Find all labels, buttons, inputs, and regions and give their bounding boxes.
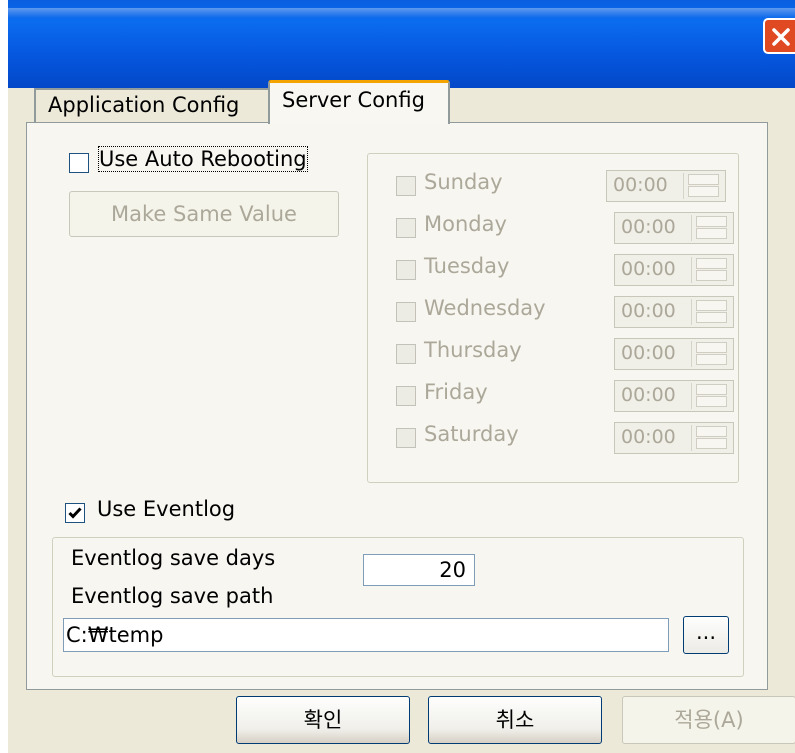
monday-label: Monday bbox=[424, 212, 507, 236]
ok-button[interactable]: 확인 bbox=[236, 696, 410, 744]
eventlog-save-path-input[interactable]: C:₩temp bbox=[63, 618, 669, 652]
tab-application-config[interactable]: Application Config bbox=[34, 88, 270, 122]
saturday-label: Saturday bbox=[424, 422, 519, 446]
friday-time-spinner[interactable] bbox=[691, 383, 731, 409]
monday-time-picker[interactable]: 00:00 bbox=[614, 212, 734, 244]
tuesday-time-spinner[interactable] bbox=[691, 257, 731, 283]
title-bar[interactable] bbox=[8, 0, 795, 88]
make-same-value-button[interactable]: Make Same Value bbox=[69, 191, 339, 237]
close-icon bbox=[772, 28, 790, 46]
wednesday-time-picker[interactable]: 00:00 bbox=[614, 296, 734, 328]
tab-server-config-label: Server Config bbox=[282, 88, 425, 112]
browse-button[interactable]: ... bbox=[683, 616, 729, 654]
sunday-time-picker[interactable]: 00:00 bbox=[606, 170, 726, 202]
monday-time-value: 00:00 bbox=[621, 216, 676, 238]
wednesday-time-spinner[interactable] bbox=[691, 299, 731, 325]
thursday-time-value: 00:00 bbox=[621, 342, 676, 364]
eventlog-group: Eventlog save days 20 Eventlog save path… bbox=[52, 537, 744, 677]
monday-time-spinner[interactable] bbox=[691, 215, 731, 241]
tab-server-config[interactable]: Server Config bbox=[268, 80, 450, 124]
sunday-label: Sunday bbox=[424, 170, 503, 194]
apply-button[interactable]: 적용(A) bbox=[622, 696, 795, 744]
thursday-checkbox[interactable] bbox=[396, 344, 416, 364]
eventlog-save-days-label: Eventlog save days bbox=[71, 546, 276, 570]
sunday-time-value: 00:00 bbox=[613, 174, 668, 196]
saturday-time-picker[interactable]: 00:00 bbox=[614, 422, 734, 454]
tuesday-time-value: 00:00 bbox=[621, 258, 676, 280]
thursday-label: Thursday bbox=[424, 338, 522, 362]
close-button[interactable] bbox=[763, 18, 795, 54]
days-schedule-group: Sunday 00:00 Monday 00:00 Tuesday 00:00 bbox=[367, 153, 739, 483]
cancel-button[interactable]: 취소 bbox=[428, 696, 602, 744]
tuesday-checkbox[interactable] bbox=[396, 260, 416, 280]
eventlog-save-path-label: Eventlog save path bbox=[71, 584, 274, 608]
wednesday-label: Wednesday bbox=[424, 296, 546, 320]
checkmark-icon bbox=[68, 507, 82, 519]
use-auto-rebooting-label[interactable]: Use Auto Rebooting bbox=[98, 146, 308, 172]
tuesday-time-picker[interactable]: 00:00 bbox=[614, 254, 734, 286]
monday-checkbox[interactable] bbox=[396, 218, 416, 238]
friday-checkbox[interactable] bbox=[396, 386, 416, 406]
use-eventlog-label[interactable]: Use Eventlog bbox=[97, 497, 235, 521]
friday-time-value: 00:00 bbox=[621, 384, 676, 406]
thursday-time-picker[interactable]: 00:00 bbox=[614, 338, 734, 370]
friday-time-picker[interactable]: 00:00 bbox=[614, 380, 734, 412]
server-config-panel: Use Auto Rebooting Make Same Value Sunda… bbox=[26, 122, 768, 690]
tab-application-config-label: Application Config bbox=[48, 93, 240, 117]
friday-label: Friday bbox=[424, 380, 488, 404]
use-eventlog-checkbox[interactable] bbox=[65, 503, 85, 523]
eventlog-save-days-input[interactable]: 20 bbox=[363, 554, 475, 586]
wednesday-time-value: 00:00 bbox=[621, 300, 676, 322]
dialog-window: Application Config Server Config Use Aut… bbox=[8, 0, 795, 753]
sunday-time-spinner[interactable] bbox=[683, 173, 723, 199]
saturday-time-spinner[interactable] bbox=[691, 425, 731, 451]
tuesday-label: Tuesday bbox=[424, 254, 510, 278]
use-auto-rebooting-checkbox[interactable] bbox=[69, 153, 89, 173]
saturday-time-value: 00:00 bbox=[621, 426, 676, 448]
wednesday-checkbox[interactable] bbox=[396, 302, 416, 322]
saturday-checkbox[interactable] bbox=[396, 428, 416, 448]
thursday-time-spinner[interactable] bbox=[691, 341, 731, 367]
sunday-checkbox[interactable] bbox=[396, 176, 416, 196]
